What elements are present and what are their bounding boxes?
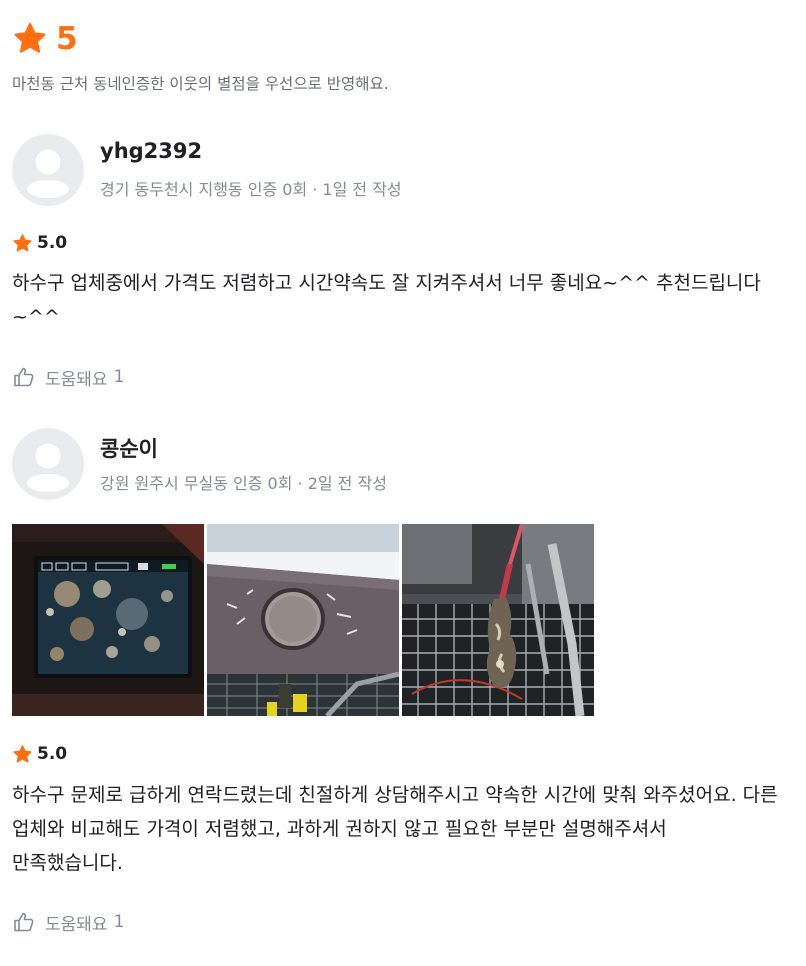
helpful-button[interactable]: 도움돼요 1 — [12, 910, 125, 935]
helpful-count: 1 — [113, 367, 125, 387]
star-icon — [12, 21, 48, 57]
review-photos — [12, 524, 594, 716]
thumbs-up-icon — [12, 910, 36, 934]
reviewer-meta: 경기 동두천시 지행동 인증 0회 · 1일 전 작성 — [100, 180, 402, 199]
review-rating-value: 5.0 — [37, 233, 68, 253]
rating-policy-note: 마천동 근처 동네인증한 이웃의 별점을 우선으로 반영해요. — [12, 75, 389, 93]
helpful-label: 도움돼요 — [45, 369, 108, 390]
star-icon — [12, 233, 33, 254]
thumbs-up-icon — [12, 365, 36, 389]
reviewer-meta: 강원 원주시 무실동 인증 0회 · 2일 전 작성 — [100, 474, 387, 493]
helpful-button[interactable]: 도움돼요 1 — [12, 365, 125, 390]
summary-rating: 5 — [12, 20, 78, 58]
review-text: 하수구 업체중에서 가격도 저렴하고 시간약속도 잘 지켜주셔서 너무 좋네요~… — [12, 272, 761, 328]
star-icon — [12, 744, 33, 765]
default-avatar-icon[interactable] — [12, 428, 84, 500]
pipe-camera-screen-photo[interactable] — [12, 524, 204, 716]
review-text: 하수구 문제로 급하게 연락드렸는데 친절하게 상담해주시고 약속한 시간에 맞… — [12, 784, 778, 874]
removed-clog-debris-photo[interactable] — [402, 524, 594, 716]
reviewer-name[interactable]: yhg2392 — [100, 139, 202, 163]
pipe-cut-hole-photo[interactable] — [207, 524, 399, 716]
helpful-count: 1 — [113, 912, 125, 932]
review-rating: 5.0 — [12, 743, 67, 765]
default-avatar-icon[interactable] — [12, 134, 84, 206]
review-rating: 5.0 — [12, 232, 67, 254]
helpful-label: 도움돼요 — [45, 914, 108, 935]
rating-summary: 5 마천동 근처 동네인증한 이웃의 별점을 우선으로 반영해요. — [12, 20, 389, 93]
review-rating-value: 5.0 — [37, 744, 68, 764]
summary-rating-value: 5 — [56, 21, 78, 57]
reviewer-name[interactable]: 콩순이 — [100, 433, 158, 463]
